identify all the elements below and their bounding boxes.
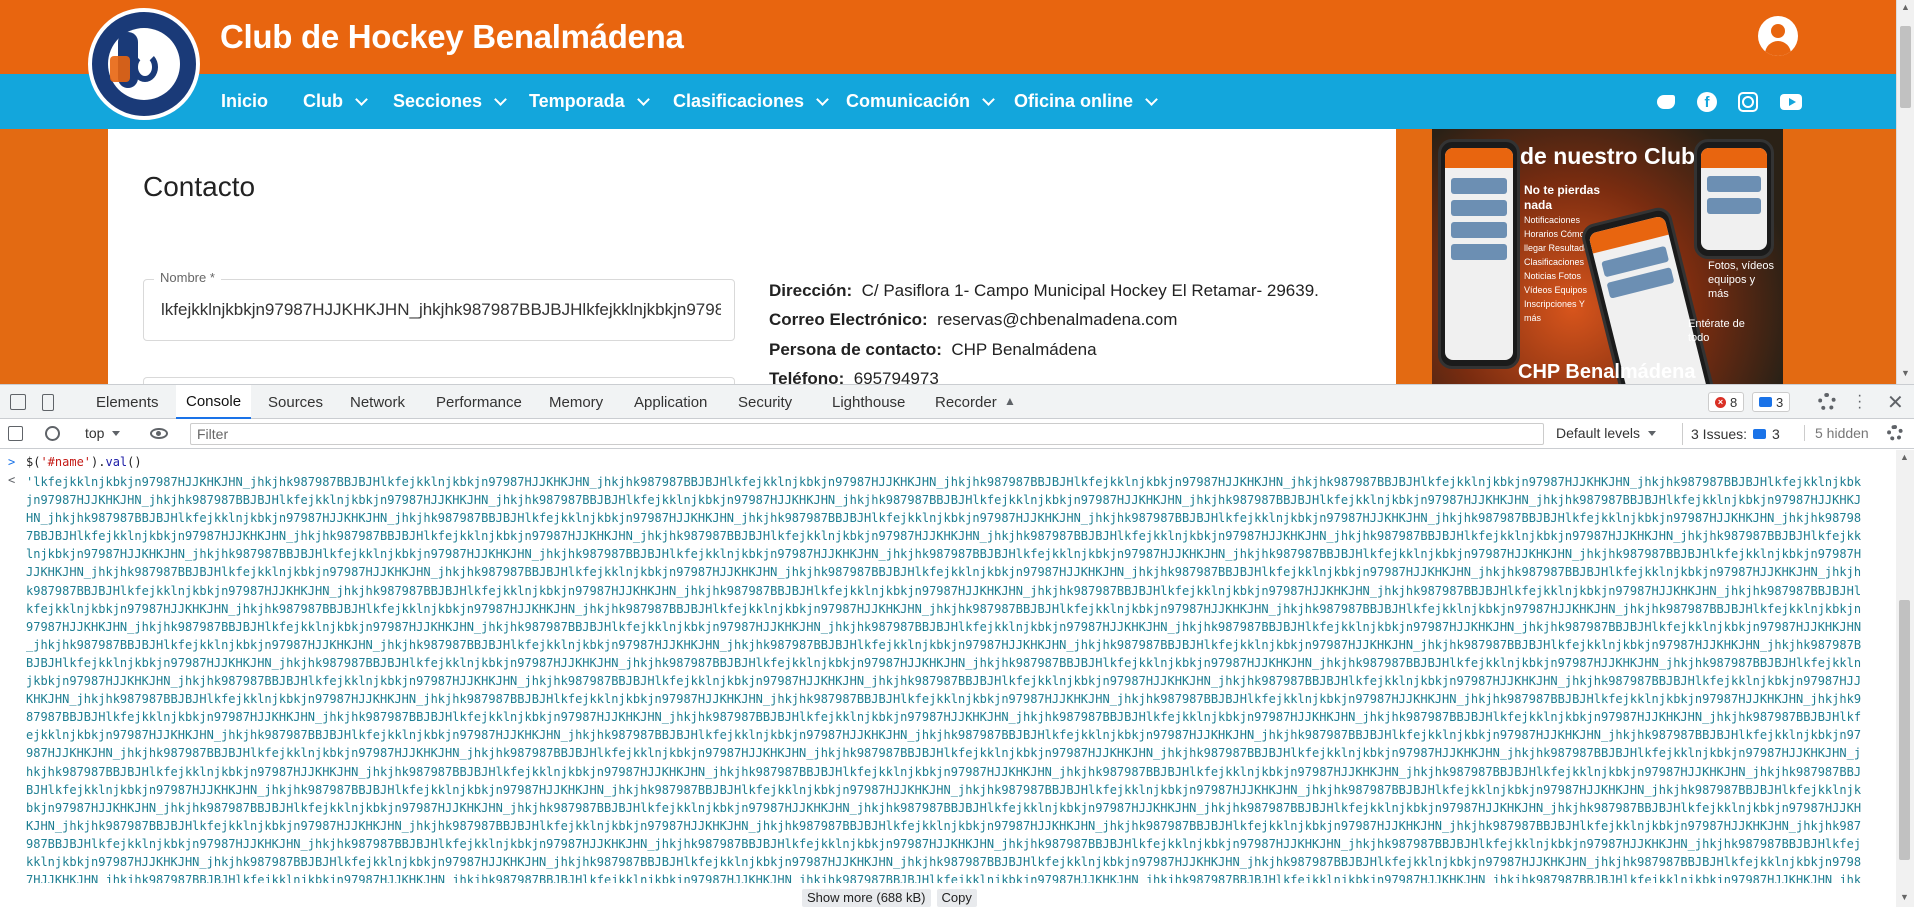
tab-sources[interactable]: Sources: [268, 394, 323, 411]
contact-section: Contacto Nombre * lkfejkklnjkbkjn97987HJ…: [108, 129, 1396, 384]
console-settings-icon[interactable]: [1887, 425, 1903, 441]
promo-footer: CHP Benalmádena: [1518, 361, 1696, 383]
email-line: Correo Electrónico: reservas@chbenalmade…: [769, 310, 1178, 329]
message-count-badge[interactable]: 3: [1752, 392, 1791, 412]
name-field[interactable]: Nombre * lkfejkklnjkbkjn97987HJJKHKJHN_j…: [143, 270, 735, 341]
issues-button[interactable]: 3 Issues: 3: [1682, 423, 1788, 445]
tab-recorder[interactable]: Recorder: [935, 394, 997, 411]
tab-application[interactable]: Application: [634, 394, 707, 411]
flask-icon: ▲: [1004, 394, 1016, 408]
main-navigation: Inicio Club Secciones Temporada Clasific…: [0, 74, 1896, 129]
club-logo[interactable]: [88, 8, 200, 120]
nav-item-inicio[interactable]: Inicio: [221, 91, 268, 112]
context-selector[interactable]: top: [85, 425, 121, 441]
devtools-panel: Elements Console Sources Network Perform…: [0, 384, 1914, 907]
phone-line: Teléfono: 695794973: [769, 369, 939, 384]
promo-text-updates: Entérate de todo: [1688, 318, 1745, 344]
settings-gear-icon[interactable]: [1818, 393, 1836, 411]
message-icon: [1759, 397, 1772, 407]
nav-item-club[interactable]: Club: [303, 91, 368, 112]
contact-person-line: Persona de contacto: CHP Benalmádena: [769, 340, 1097, 359]
tab-lighthouse[interactable]: Lighthouse: [832, 394, 905, 411]
app-promo-banner[interactable]: de nuestro Club... No te pierdas nada Not…: [1432, 129, 1783, 384]
nav-item-temporada[interactable]: Temporada: [529, 91, 650, 112]
promo-text-photos: Fotos, vídeos equipos y más: [1708, 260, 1775, 300]
twitter-icon[interactable]: [1656, 92, 1676, 112]
address-line: Dirección: C/ Pasiflora 1- Campo Municip…: [769, 281, 1319, 300]
console-scrollbar[interactable]: ▲ ▼: [1896, 450, 1914, 907]
name-field-label: Nombre *: [154, 270, 221, 285]
tab-elements[interactable]: Elements: [96, 394, 159, 411]
page-scrollbar[interactable]: ▲ ▼: [1896, 0, 1914, 384]
promo-headline: de nuestro Club...: [1520, 143, 1715, 169]
return-arrow-icon: <: [8, 473, 16, 487]
chevron-down-icon: [816, 92, 829, 106]
console-filter-input[interactable]: Filter: [190, 423, 1544, 445]
console-filter-bar: top Filter Default levels 3 Issues: 3 5 h…: [0, 419, 1914, 449]
tab-memory[interactable]: Memory: [549, 394, 603, 411]
nav-item-comunicacion[interactable]: Comunicación: [846, 91, 995, 112]
name-input[interactable]: lkfejkklnjkbkjn97987HJJKHKJHN_jhkjhk9879…: [161, 300, 721, 320]
site-header: Club de Hockey Benalmádena: [0, 0, 1896, 74]
phone-mockup-3: [1694, 139, 1774, 259]
user-account-icon[interactable]: [1758, 16, 1798, 56]
tab-network[interactable]: Network: [350, 394, 405, 411]
error-icon: ×: [1715, 396, 1726, 408]
clear-console-icon[interactable]: [45, 426, 60, 441]
chevron-down-icon: [636, 92, 650, 106]
console-command[interactable]: $('#name').val(): [26, 455, 142, 469]
error-count-badge[interactable]: × 8: [1708, 392, 1745, 412]
device-toolbar-icon[interactable]: [42, 394, 54, 411]
console-output[interactable]: > $('#name').val() < 'lkfejkklnjkbkjn979…: [0, 450, 1896, 907]
nav-item-oficina-online[interactable]: Oficina online: [1014, 91, 1158, 112]
more-options-icon[interactable]: · · ·: [1857, 388, 1862, 416]
live-expression-eye-icon[interactable]: [150, 428, 168, 439]
close-icon[interactable]: ✕: [1887, 390, 1904, 415]
console-input-entry: > $('#name').val(): [0, 455, 1896, 473]
input-prompt-icon: >: [8, 455, 16, 469]
chevron-down-icon: [494, 92, 507, 106]
tab-performance[interactable]: Performance: [436, 394, 522, 411]
website-viewport: Club de Hockey Benalmádena Inicio Club S…: [0, 0, 1914, 384]
chevron-down-icon: [1145, 92, 1158, 106]
tab-console[interactable]: Console: [176, 385, 252, 419]
page-title: Contacto: [143, 171, 256, 202]
result-actions: Show more (688 kB) Copy: [802, 889, 977, 907]
inspect-element-icon[interactable]: [10, 394, 26, 410]
console-result-entry: < 'lkfejkklnjkbkjn97987HJJKHKJHN_jhkjhk9…: [0, 473, 1896, 907]
chevron-down-icon: [355, 92, 368, 106]
facebook-icon[interactable]: f: [1697, 92, 1717, 112]
devtools-tab-bar: Elements Console Sources Network Perform…: [0, 385, 1914, 419]
copy-button[interactable]: Copy: [936, 889, 977, 907]
next-field[interactable]: [143, 377, 735, 384]
log-levels-dropdown[interactable]: Default levels: [1556, 425, 1657, 441]
site-title[interactable]: Club de Hockey Benalmádena: [220, 18, 684, 56]
console-result-string[interactable]: 'lkfejkklnjkbkjn97987HJJKHKJHN_jhkjhk987…: [26, 473, 1866, 883]
sidebar-toggle-icon[interactable]: [8, 426, 23, 441]
hidden-messages-count: 5 hidden: [1804, 425, 1869, 441]
nav-item-secciones[interactable]: Secciones: [393, 91, 507, 112]
tab-security[interactable]: Security: [738, 394, 792, 411]
show-more-button[interactable]: Show more (688 kB): [802, 889, 931, 907]
chevron-down-icon: [982, 92, 995, 106]
phone-mockup: [1438, 139, 1520, 369]
nav-item-clasificaciones[interactable]: Clasificaciones: [673, 91, 829, 112]
instagram-icon[interactable]: [1738, 92, 1758, 112]
youtube-icon[interactable]: [1780, 94, 1802, 110]
issues-icon: [1753, 429, 1767, 439]
